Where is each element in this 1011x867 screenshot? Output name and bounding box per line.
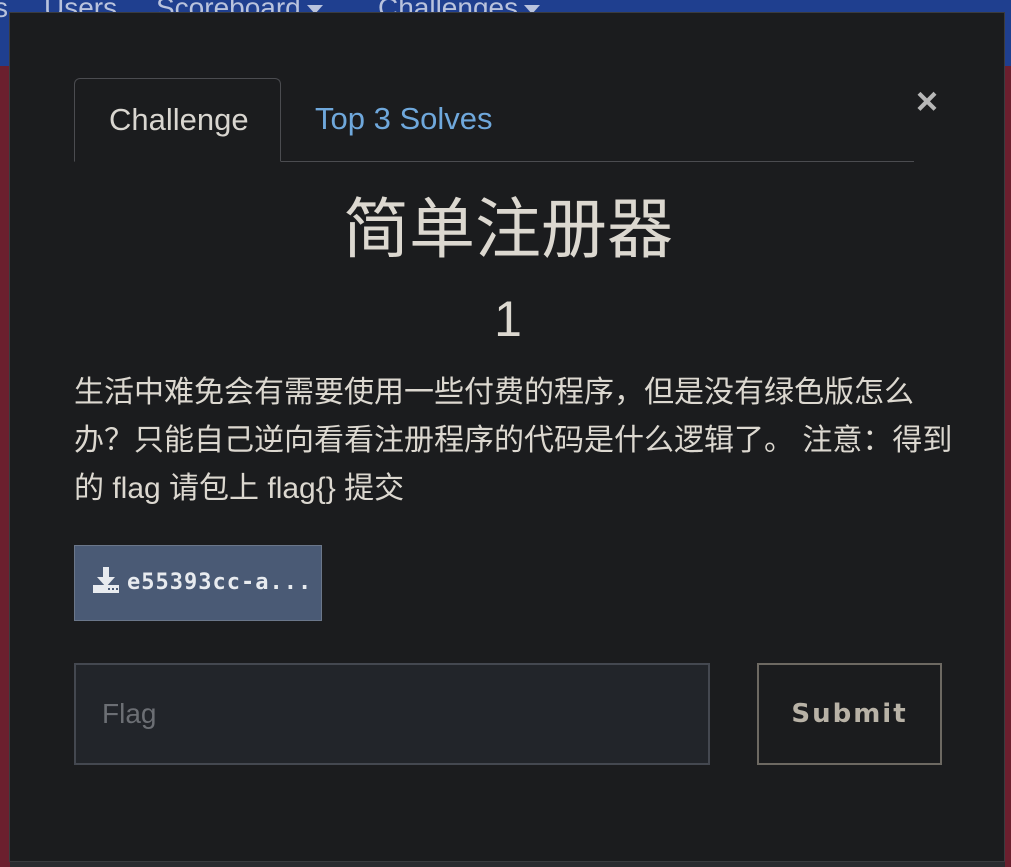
challenge-description: 生活中难免会有需要使用一些付费的程序，但是没有绿色版怎么办？只能自己逆向看看注册… [74,376,953,505]
file-download-label: e55393cc-a... [127,570,313,595]
tab-challenge[interactable]: Challenge [74,78,281,162]
challenge-points: 1 [494,291,522,347]
submit-button[interactable]: Submit [757,663,942,765]
background-strip-right [1005,66,1011,867]
challenge-title: 简单注册器 [343,192,673,266]
tab-top-solves[interactable]: Top 3 Solves [281,78,527,160]
file-download-button[interactable]: e55393cc-a... [74,545,322,621]
challenge-modal: Challenge Top 3 Solves × 简单注册器 1 生活中难免会有… [9,12,1005,862]
nav-item-partial[interactable]: s [0,0,8,24]
modal-tabs: Challenge Top 3 Solves [74,78,914,162]
flag-input[interactable] [74,663,710,765]
download-icon [93,567,119,593]
close-icon: × [915,81,939,123]
close-button[interactable]: × [912,83,942,121]
